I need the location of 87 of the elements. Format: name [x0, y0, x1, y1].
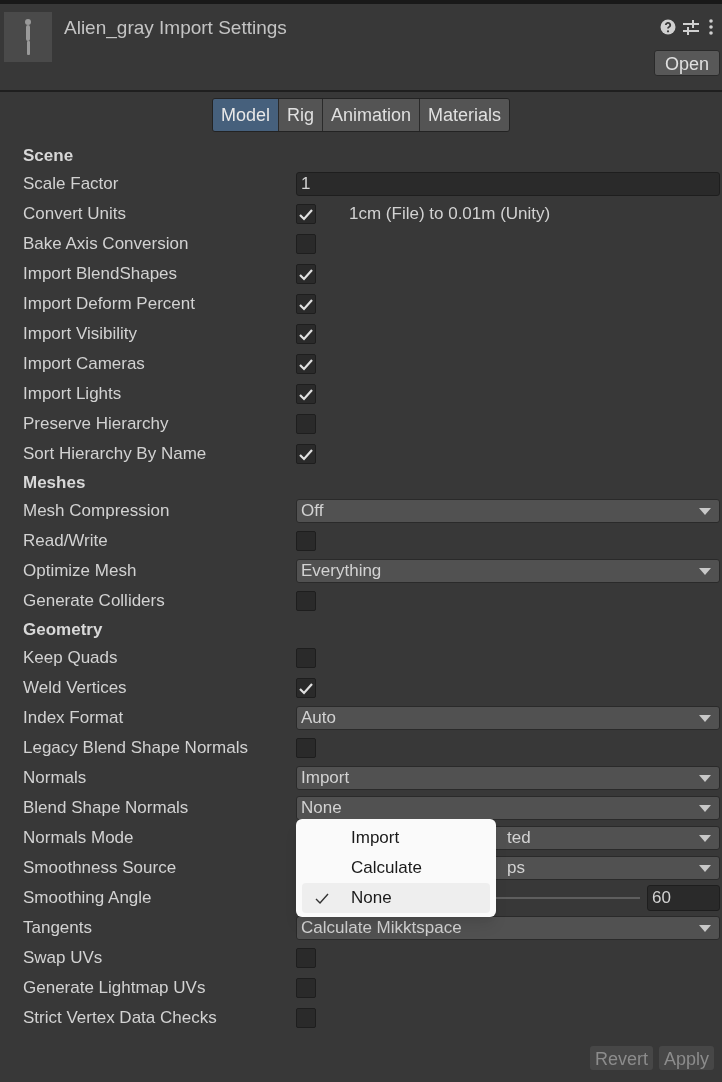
tab[interactable]: Animation: [322, 99, 420, 131]
checkbox[interactable]: [296, 648, 316, 668]
checkmark-icon: [299, 327, 313, 341]
field-label: Strict Vertex Data Checks: [22, 1007, 218, 1030]
field-label: Smoothness Source: [22, 857, 178, 880]
field-label: Tangents: [22, 917, 93, 940]
field-label: Import Deform Percent: [22, 293, 196, 316]
field-label: Convert Units: [22, 203, 127, 226]
field-label: Bake Axis Conversion: [22, 233, 190, 256]
open-button[interactable]: Open: [654, 50, 720, 76]
window-title: Alien_gray Import Settings: [64, 16, 287, 41]
checkbox[interactable]: [296, 354, 316, 374]
field-label: Optimize Mesh: [22, 560, 138, 583]
checkbox[interactable]: [296, 948, 316, 968]
checkbox[interactable]: [296, 738, 316, 758]
number-field[interactable]: 60: [647, 885, 720, 911]
footer-button[interactable]: Apply: [658, 1046, 714, 1070]
dropdown-arrow-icon: [699, 924, 711, 932]
checkbox[interactable]: [296, 204, 316, 224]
field-label: Scale Factor: [22, 173, 120, 196]
dropdown-arrow-icon: [699, 834, 711, 842]
checkmark-icon: [299, 681, 313, 695]
dropdown-arrow-icon: [699, 804, 711, 812]
tab[interactable]: Materials: [419, 99, 510, 131]
section-header: Scene: [23, 144, 74, 167]
menu-item[interactable]: None: [302, 883, 490, 913]
checkmark-icon: [299, 207, 313, 221]
dropdown-arrow-icon: [699, 714, 711, 722]
field-label: Weld Vertices: [22, 677, 128, 700]
dropdown-arrow-icon: [699, 774, 711, 782]
field-label: Generate Lightmap UVs: [22, 977, 207, 1000]
checkbox[interactable]: [296, 678, 316, 698]
menu-item[interactable]: Calculate: [302, 853, 490, 883]
field-label: Import Cameras: [22, 353, 146, 376]
field-label: Blend Shape Normals: [22, 797, 190, 820]
dropdown[interactable]: Off: [296, 499, 720, 523]
field-label: Import Lights: [22, 383, 123, 406]
menu-item[interactable]: Import: [302, 823, 490, 853]
checkbox[interactable]: [296, 294, 316, 314]
field-label: Smoothing Angle: [22, 887, 153, 910]
field-label: Normals: [22, 767, 88, 790]
checkbox[interactable]: [296, 414, 316, 434]
checkmark-icon: [299, 447, 313, 461]
tab[interactable]: Rig: [277, 99, 322, 131]
checkmark-icon: [315, 893, 329, 904]
unit-note: 1cm (File) to 0.01m (Unity): [349, 203, 551, 226]
field-label: Import BlendShapes: [22, 263, 179, 286]
field-label: Swap UVs: [22, 947, 104, 970]
field-label: Preserve Hierarchy: [22, 413, 170, 436]
checkbox[interactable]: [296, 444, 316, 464]
checkbox[interactable]: [296, 591, 316, 611]
checkbox[interactable]: [296, 264, 316, 284]
field-label: Sort Hierarchy By Name: [22, 443, 208, 466]
sliders-icon: [683, 19, 699, 35]
input-field[interactable]: 1: [296, 172, 720, 196]
field-label: Mesh Compression: [22, 500, 171, 523]
field-label: Legacy Blend Shape Normals: [22, 737, 249, 760]
checkmark-icon: [299, 267, 313, 281]
dropdown[interactable]: Auto: [296, 706, 720, 730]
more-icon: [709, 19, 713, 35]
checkmark-icon: [299, 387, 313, 401]
dropdown-arrow-icon: [699, 507, 711, 515]
dropdown-arrow-icon: [699, 567, 711, 575]
checkbox[interactable]: [296, 234, 316, 254]
dropdown-arrow-icon: [699, 864, 711, 872]
field-label: Keep Quads: [22, 647, 119, 670]
field-label: Import Visibility: [22, 323, 138, 346]
dropdown[interactable]: None: [296, 796, 720, 820]
section-header: Geometry: [23, 618, 103, 641]
checkbox[interactable]: [296, 384, 316, 404]
checkmark-icon: [299, 357, 313, 371]
checkbox[interactable]: [296, 531, 316, 551]
footer-button[interactable]: Revert: [589, 1046, 653, 1070]
field-label: Generate Colliders: [22, 590, 166, 613]
checkbox[interactable]: [296, 1008, 316, 1028]
section-header: Meshes: [23, 471, 86, 494]
checkbox[interactable]: [296, 324, 316, 344]
help-icon: [660, 19, 676, 35]
checkbox[interactable]: [296, 978, 316, 998]
field-label: Normals Mode: [22, 827, 135, 850]
tab[interactable]: Model: [212, 99, 278, 131]
dropdown[interactable]: Import: [296, 766, 720, 790]
dropdown[interactable]: Everything: [296, 559, 720, 583]
field-label: Index Format: [22, 707, 125, 730]
checkmark-icon: [299, 297, 313, 311]
dropdown[interactable]: Calculate Mikktspace: [296, 916, 720, 940]
field-label: Read/Write: [22, 530, 109, 553]
